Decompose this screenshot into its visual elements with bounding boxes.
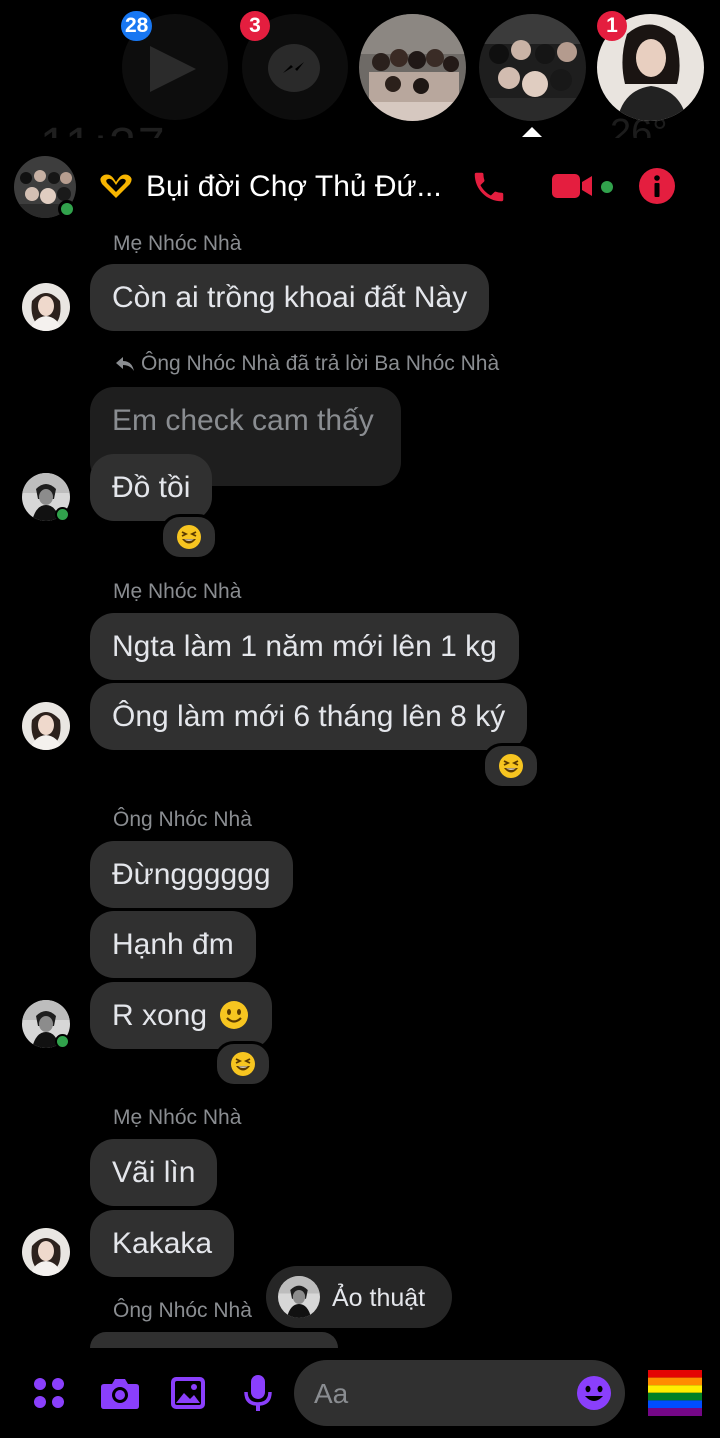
toast-label: Ảo thuật <box>332 1284 426 1312</box>
reply-arrow-icon <box>116 357 134 371</box>
active-call-dot <box>601 181 613 193</box>
phone-icon <box>474 172 504 202</box>
person-head-badge: 1 <box>597 11 627 41</box>
message-reaction[interactable] <box>214 1041 272 1087</box>
video-camera-icon <box>552 174 592 198</box>
gallery-button[interactable] <box>170 1376 206 1415</box>
sender-avatar[interactable] <box>22 1228 70 1276</box>
video-call-button[interactable] <box>552 172 596 205</box>
laughing-face-icon <box>230 1051 256 1077</box>
background-clock: 11:37 <box>40 118 167 138</box>
sender-avatar[interactable] <box>22 283 70 331</box>
chat-header: Bụi đời Chợ Thủ Đứ... <box>0 140 720 232</box>
voice-button[interactable] <box>244 1374 272 1417</box>
image-icon <box>171 1377 205 1409</box>
chat-heads-bar: 11:37 26° 28 3 <box>0 0 720 138</box>
sender-name: Ông Nhóc Nhà <box>113 808 252 831</box>
audio-call-button[interactable] <box>470 168 508 211</box>
message-input[interactable]: Aa <box>294 1360 625 1426</box>
message-bubble[interactable]: R xong <box>90 982 272 1049</box>
magic-toast[interactable]: Ảo thuật <box>266 1266 452 1328</box>
grid-dots-icon <box>34 1378 64 1408</box>
more-actions-button[interactable] <box>32 1376 66 1415</box>
message-bubble[interactable]: Hạnh đm <box>90 911 256 978</box>
info-button[interactable] <box>639 168 675 209</box>
sender-name: Mẹ Nhóc Nhà <box>113 1106 242 1129</box>
laughing-face-icon <box>498 753 524 779</box>
video-app-badge: 28 <box>121 11 153 41</box>
message-bubble[interactable]: Vãi lìn <box>90 1139 218 1206</box>
rainbow-flag-icon <box>648 1370 702 1416</box>
message-reaction[interactable] <box>482 743 540 789</box>
smiling-face-icon <box>220 1001 249 1029</box>
sender-name: Mẹ Nhóc Nhà <box>113 580 242 603</box>
group-selfie-head[interactable] <box>479 14 586 121</box>
reply-note: Ông Nhóc Nhà đã trả lời Ba Nhóc Nhà <box>115 352 499 376</box>
toast-avatar <box>278 1276 320 1318</box>
online-indicator <box>58 200 76 218</box>
message-bubble[interactable] <box>90 1332 338 1348</box>
group-photo-head[interactable] <box>359 14 466 121</box>
message-text: R xong <box>112 999 208 1032</box>
message-reaction[interactable] <box>160 514 218 560</box>
camera-icon <box>101 1379 139 1409</box>
quick-reaction-button[interactable] <box>648 1370 702 1416</box>
message-bubble[interactable]: Còn ai trồng khoai đất Này <box>90 264 490 331</box>
smiley-icon <box>577 1376 611 1410</box>
play-icon <box>150 46 196 92</box>
sender-name: Ông Nhóc Nhà <box>113 1299 252 1322</box>
message-bubble[interactable]: Đồ tồi <box>90 454 213 521</box>
active-head-indicator <box>522 127 542 137</box>
heart-hands-icon <box>96 170 136 207</box>
sender-name: Mẹ Nhóc Nhà <box>113 232 242 255</box>
message-bubble[interactable]: Đừngggggg <box>90 841 293 908</box>
message-input-placeholder: Aa <box>314 1378 349 1409</box>
camera-button[interactable] <box>100 1376 140 1415</box>
emoji-button[interactable] <box>576 1375 612 1416</box>
online-indicator <box>55 507 70 522</box>
info-icon <box>639 168 675 204</box>
microphone-icon <box>244 1375 272 1411</box>
composer-bar: Aa <box>0 1348 720 1438</box>
message-bubble[interactable]: Kakaka <box>90 1210 235 1277</box>
online-indicator <box>55 1034 70 1049</box>
conversation-title[interactable]: Bụi đời Chợ Thủ Đứ... <box>146 170 442 204</box>
reply-note-text: Ông Nhóc Nhà đã trả lời Ba Nhóc Nhà <box>141 352 500 375</box>
laughing-face-icon <box>176 524 202 550</box>
sender-avatar[interactable] <box>22 702 70 750</box>
messenger-badge: 3 <box>240 11 270 41</box>
message-bubble[interactable]: Ngta làm 1 năm mới lên 1 kg <box>90 613 519 680</box>
message-bubble[interactable]: Ông làm mới 6 tháng lên 8 ký <box>90 683 528 750</box>
messenger-icon <box>268 44 320 92</box>
